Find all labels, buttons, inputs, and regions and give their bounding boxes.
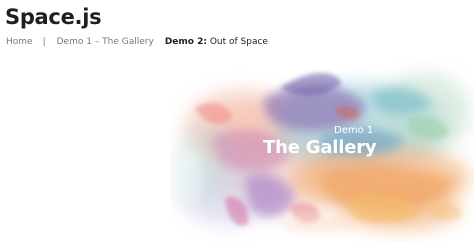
nav-current-prefix: Demo 2: (164, 37, 207, 47)
nav-separator: | (42, 37, 46, 47)
hero-artwork[interactable]: Demo 1 The Gallery (170, 58, 474, 242)
page: Space.js Home | Demo 1 – The Gallery Dem… (0, 0, 474, 242)
nav-current-item: Demo 2: Out of Space (165, 37, 268, 47)
top-nav: Home | Demo 1 – The Gallery Demo 2: Out … (6, 37, 268, 47)
site-title[interactable]: Space.js (5, 5, 102, 29)
nav-current-rest: Out of Space (206, 37, 268, 47)
nav-demo1-link[interactable]: Demo 1 – The Gallery (57, 37, 154, 47)
nav-home-link[interactable]: Home (6, 37, 33, 47)
hero-title: The Gallery (263, 137, 377, 158)
hero-kicker: Demo 1 (334, 125, 374, 136)
